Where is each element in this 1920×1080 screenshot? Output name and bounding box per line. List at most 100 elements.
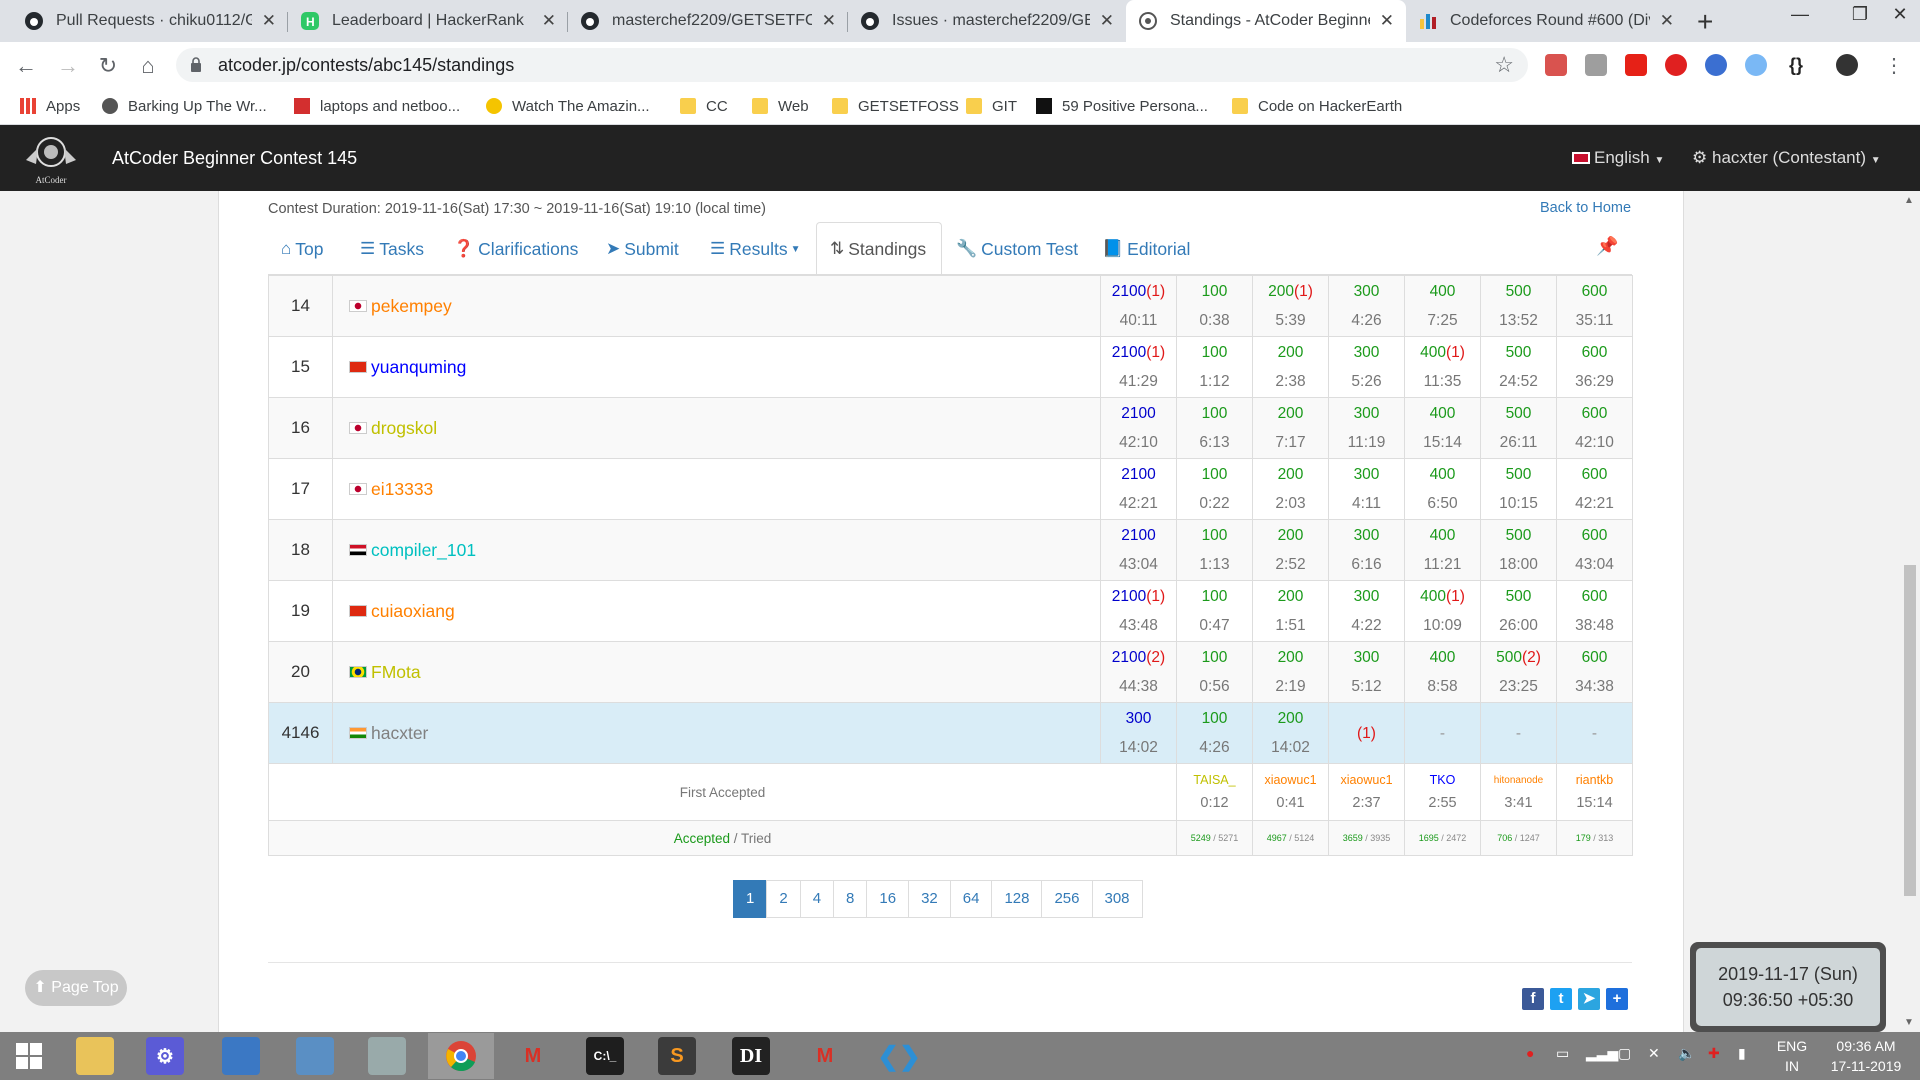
app-di-icon[interactable]: DI bbox=[732, 1037, 770, 1075]
page-link-current[interactable]: 1 bbox=[733, 880, 768, 918]
tab-editorial[interactable]: 📘 Editorial bbox=[1102, 236, 1190, 262]
browser-tab-active[interactable]: Standings - AtCoder Beginner ✕ bbox=[1126, 0, 1406, 42]
username-link[interactable]: pekempey bbox=[371, 296, 452, 316]
page-top-button[interactable]: ⬆ Page Top bbox=[25, 970, 127, 1006]
back-to-home-link[interactable]: Back to Home bbox=[1540, 200, 1631, 216]
tab-submit[interactable]: ➤ Submit bbox=[606, 236, 679, 262]
page-link[interactable]: 128 bbox=[991, 880, 1043, 918]
gmail-icon[interactable]: M bbox=[806, 1037, 844, 1075]
twitter-share-icon[interactable]: t bbox=[1550, 988, 1572, 1010]
tray-display-icon[interactable]: ▢ bbox=[1618, 1045, 1631, 1062]
tray-security-icon[interactable]: ✚ bbox=[1708, 1045, 1720, 1062]
pin-icon[interactable]: 📌 bbox=[1596, 236, 1618, 257]
scrollbar-thumb[interactable] bbox=[1904, 565, 1916, 896]
new-tab-button[interactable]: + bbox=[1697, 6, 1713, 38]
page-link[interactable]: 32 bbox=[908, 880, 951, 918]
first-accepted-user[interactable]: TKO bbox=[1405, 769, 1480, 792]
bookmark-item[interactable]: laptops and netboo... bbox=[294, 94, 460, 118]
add-share-icon[interactable]: + bbox=[1606, 988, 1628, 1010]
browser-tab[interactable]: Issues · masterchef2209/GETS ✕ bbox=[848, 0, 1126, 42]
forward-button[interactable]: → bbox=[54, 52, 82, 80]
bookmark-folder[interactable]: GIT bbox=[966, 94, 1017, 118]
address-bar[interactable]: atcoder.jp/contests/abc145/standings ☆ bbox=[176, 48, 1528, 82]
telegram-share-icon[interactable]: ➤ bbox=[1578, 988, 1600, 1010]
bookmark-item[interactable]: Barking Up The Wr... bbox=[102, 94, 267, 118]
close-tab-icon[interactable]: ✕ bbox=[1100, 11, 1114, 31]
terminal-icon[interactable]: C:\_ bbox=[586, 1037, 624, 1075]
close-tab-icon[interactable]: ✕ bbox=[822, 11, 836, 31]
page-link[interactable]: 64 bbox=[949, 880, 993, 918]
atcoder-logo[interactable]: AtCoder bbox=[18, 130, 84, 186]
browser-tab[interactable]: Codeforces Round #600 (Div. ✕ bbox=[1406, 0, 1686, 42]
info-extension-icon[interactable] bbox=[1745, 54, 1767, 76]
back-button[interactable]: ← bbox=[12, 52, 40, 80]
tray-app-icon[interactable]: ● bbox=[1526, 1045, 1534, 1061]
profile-avatar[interactable] bbox=[1836, 54, 1858, 76]
browser-menu-icon[interactable]: ⋮ bbox=[1880, 52, 1908, 80]
browser-tab[interactable]: H Leaderboard | HackerRank ✕ bbox=[288, 0, 568, 42]
username-link[interactable]: yuanquming bbox=[371, 357, 466, 377]
username-link[interactable]: ei13333 bbox=[371, 479, 433, 499]
performance-monitor-icon[interactable] bbox=[368, 1037, 406, 1075]
tray-signal-icon[interactable]: ▂▃▅ bbox=[1586, 1045, 1618, 1062]
username-link[interactable]: hacxter bbox=[371, 723, 428, 743]
gmail-icon[interactable]: M bbox=[514, 1037, 552, 1075]
scroll-down-arrow[interactable]: ▼ bbox=[1904, 1017, 1914, 1028]
tray-power-icon[interactable]: ▮ bbox=[1738, 1045, 1746, 1062]
page-link[interactable]: 4 bbox=[799, 880, 835, 918]
bookmark-apps[interactable]: Apps bbox=[20, 94, 80, 118]
close-window-button[interactable]: ✕ bbox=[1880, 0, 1920, 30]
file-explorer-icon[interactable] bbox=[76, 1037, 114, 1075]
username-link[interactable]: drogskol bbox=[371, 418, 437, 438]
tab-standings[interactable]: ⇅ Standings bbox=[830, 236, 926, 262]
tab-custom-test[interactable]: 🔧 Custom Test bbox=[956, 236, 1078, 262]
system-clock[interactable]: 09:36 AM 17-11-2019 bbox=[1820, 1036, 1912, 1076]
bookmark-item[interactable]: 59 Positive Persona... bbox=[1036, 94, 1208, 118]
user-dropdown[interactable]: ⚙ hacxter (Contestant) ▼ bbox=[1692, 148, 1881, 168]
bookmark-item[interactable]: Watch The Amazin... bbox=[486, 94, 650, 118]
settings-gear-icon[interactable]: ⚙ bbox=[146, 1037, 184, 1075]
minimize-button[interactable]: — bbox=[1770, 0, 1830, 30]
reload-button[interactable]: ↻ bbox=[94, 52, 122, 80]
tab-tasks[interactable]: ☰ Tasks bbox=[360, 236, 424, 262]
app-icon[interactable] bbox=[222, 1037, 260, 1075]
first-accepted-user[interactable]: TAISA_ bbox=[1177, 769, 1252, 792]
facebook-share-icon[interactable]: f bbox=[1522, 988, 1544, 1010]
tab-top[interactable]: ⌂ Top bbox=[281, 236, 324, 262]
chrome-icon[interactable] bbox=[428, 1033, 494, 1079]
extension-icon[interactable] bbox=[1585, 54, 1607, 76]
sublime-text-icon[interactable]: S bbox=[658, 1037, 696, 1075]
json-extension-icon[interactable]: {} bbox=[1785, 54, 1807, 76]
close-tab-icon[interactable]: ✕ bbox=[542, 11, 556, 31]
language-dropdown[interactable]: English ▼ bbox=[1572, 148, 1664, 168]
bookmark-folder[interactable]: GETSETFOSS bbox=[832, 94, 959, 118]
close-tab-icon[interactable]: ✕ bbox=[1660, 11, 1674, 31]
browser-tab[interactable]: Pull Requests · chiku0112/Get ✕ bbox=[12, 0, 288, 42]
page-scrollbar[interactable]: ▲ ▼ bbox=[1900, 191, 1920, 1032]
pdf-extension-icon[interactable] bbox=[1545, 54, 1567, 76]
bookmark-folder[interactable]: CC bbox=[680, 94, 728, 118]
tray-battery-icon[interactable]: ▭ bbox=[1556, 1045, 1569, 1062]
input-language-indicator[interactable]: ENG IN bbox=[1772, 1036, 1812, 1076]
tab-clarifications[interactable]: ❓ Clarifications bbox=[453, 236, 578, 262]
page-link[interactable]: 256 bbox=[1041, 880, 1093, 918]
tab-results[interactable]: ☰ Results ▼ bbox=[710, 236, 801, 262]
first-accepted-user[interactable]: riantkb bbox=[1557, 769, 1632, 792]
page-link[interactable]: 8 bbox=[833, 880, 868, 918]
page-link[interactable]: 308 bbox=[1091, 880, 1143, 918]
browser-tab[interactable]: masterchef2209/GETSETFOSS ✕ bbox=[568, 0, 848, 42]
youtube-extension-icon[interactable] bbox=[1625, 54, 1647, 76]
tray-network-icon[interactable]: ✕ bbox=[1648, 1045, 1660, 1062]
first-accepted-user[interactable]: hitonanode bbox=[1481, 769, 1556, 792]
home-button[interactable]: ⌂ bbox=[134, 52, 162, 80]
extension-icon[interactable] bbox=[1665, 54, 1687, 76]
first-accepted-user[interactable]: xiaowuc1 bbox=[1329, 769, 1404, 792]
bookmark-folder[interactable]: Web bbox=[752, 94, 809, 118]
bookmark-folder[interactable]: Code on HackerEarth bbox=[1232, 94, 1402, 118]
bookmark-star-icon[interactable]: ☆ bbox=[1494, 52, 1514, 78]
scroll-up-arrow[interactable]: ▲ bbox=[1904, 195, 1914, 206]
extension-icon[interactable] bbox=[1705, 54, 1727, 76]
vscode-icon[interactable]: ❮❯ bbox=[877, 1037, 921, 1075]
username-link[interactable]: cuiaoxiang bbox=[371, 601, 455, 621]
page-link[interactable]: 16 bbox=[866, 880, 910, 918]
